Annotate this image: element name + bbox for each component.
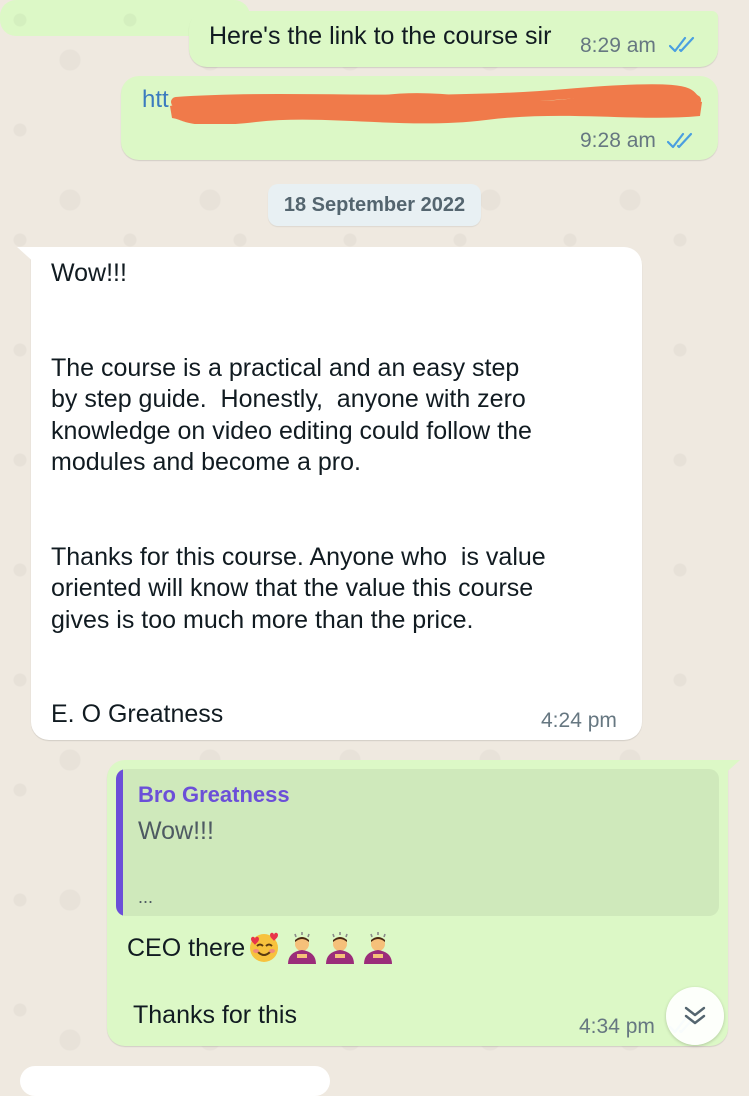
message-time: 8:29 am xyxy=(580,34,656,57)
quote-author: Bro Greatness xyxy=(138,782,290,807)
scroll-down-chevron-icon xyxy=(684,1006,706,1025)
quoted-message[interactable]: Bro Greatness Wow!!! ... xyxy=(116,769,719,916)
bowing-person-icon xyxy=(364,932,393,964)
reply-text: CEO there xyxy=(127,933,246,962)
bubble-tail xyxy=(720,760,740,778)
quote-accent-bar xyxy=(116,769,123,916)
emoji-group xyxy=(247,930,395,966)
message-bubble-incoming[interactable]: Wow!!! The course is a practical and an … xyxy=(17,247,642,740)
message-text: Here's the link to the course sir xyxy=(209,22,552,50)
quote-text: Wow!!! xyxy=(138,817,214,845)
bowing-person-icon xyxy=(326,932,355,964)
double-check-read-icon xyxy=(667,132,693,149)
redaction-scribble xyxy=(170,84,702,124)
message-bubble-outgoing-link[interactable]: htt 9:28 am xyxy=(121,76,718,160)
bowing-person-icon xyxy=(288,932,317,964)
smiling-face-with-hearts-icon xyxy=(250,932,279,962)
reply-line-1: CEO there xyxy=(127,930,395,966)
message-link[interactable]: htt xyxy=(142,86,169,114)
message-time: 4:24 pm xyxy=(541,709,617,732)
scroll-to-bottom-button[interactable] xyxy=(666,987,724,1045)
message-bubble-outgoing-reply[interactable]: Bro Greatness Wow!!! ... CEO there Thank… xyxy=(107,760,740,1046)
reply-line-2: Thanks for this xyxy=(133,1001,297,1029)
message-time: 4:34 pm xyxy=(579,1015,655,1038)
partial-message-bubble-bottom[interactable] xyxy=(20,1066,330,1096)
bubble-tail xyxy=(17,247,37,265)
double-check-read-icon xyxy=(669,36,695,53)
quote-ellipsis: ... xyxy=(138,887,154,907)
message-time: 9:28 am xyxy=(580,129,656,152)
message-bubble-outgoing[interactable]: Here's the link to the course sir 8:29 a… xyxy=(189,11,718,67)
message-text: Wow!!! The course is a practical and an … xyxy=(51,259,546,728)
date-separator: 18 September 2022 xyxy=(268,184,481,226)
